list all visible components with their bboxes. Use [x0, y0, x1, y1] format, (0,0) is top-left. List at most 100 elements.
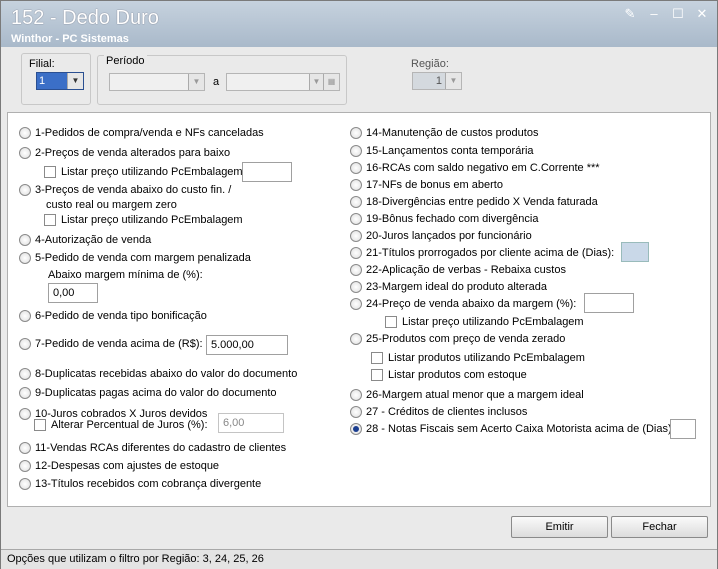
- option-11[interactable]: 11-Vendas RCAs diferentes do cadastro de…: [19, 442, 286, 454]
- option-1[interactable]: 1-Pedidos de compra/venda e NFs cancelad…: [19, 127, 264, 139]
- periodo-start-select[interactable]: ▼: [109, 73, 205, 91]
- option-6[interactable]: 6-Pedido de venda tipo bonificação: [19, 310, 207, 322]
- option-10-rate-field[interactable]: 6,00: [218, 413, 284, 433]
- window-title: 152 - Dedo Duro: [11, 7, 159, 29]
- chevron-down-icon: ▼: [67, 73, 83, 89]
- option-28[interactable]: 28 - Notas Fiscais sem Acerto Caixa Moto…: [350, 423, 675, 435]
- option-28-days-field[interactable]: [670, 419, 696, 439]
- title-bar: 152 - Dedo Duro Winthor - PC Sistemas ✎ …: [1, 1, 717, 47]
- checkbox[interactable]: [371, 369, 383, 381]
- periodo-separator: a: [213, 76, 220, 88]
- radio-button[interactable]: [350, 264, 362, 276]
- radio-button[interactable]: [19, 252, 31, 264]
- radio-button[interactable]: [19, 310, 31, 322]
- option-3-line2: custo real ou margem zero: [46, 199, 177, 211]
- radio-button[interactable]: [19, 234, 31, 246]
- maximize-icon[interactable]: ☐: [671, 7, 685, 21]
- radio-button[interactable]: [19, 442, 31, 454]
- calendar-icon[interactable]: ▦: [323, 74, 339, 90]
- radio-button[interactable]: [350, 406, 362, 418]
- radio-button[interactable]: [350, 162, 362, 174]
- chevron-down-icon: ▼: [309, 74, 323, 90]
- radio-button[interactable]: [350, 145, 362, 157]
- option-24-margin-field[interactable]: [584, 293, 634, 313]
- option-25-checkbox-2[interactable]: Listar produtos com estoque: [371, 369, 527, 381]
- option-24[interactable]: 24-Preço de venda abaixo da margem (%):: [350, 298, 576, 310]
- radio-button[interactable]: [350, 196, 362, 208]
- option-23[interactable]: 23-Margem ideal do produto alterada: [350, 281, 547, 293]
- filial-label: Filial:: [29, 58, 55, 70]
- app-window: 152 - Dedo Duro Winthor - PC Sistemas ✎ …: [0, 0, 718, 569]
- option-7-value-field[interactable]: 5.000,00: [206, 335, 288, 355]
- option-7[interactable]: 7-Pedido de venda acima de (R$):: [19, 338, 203, 350]
- radio-button[interactable]: [350, 230, 362, 242]
- option-26[interactable]: 26-Margem atual menor que a margem ideal: [350, 389, 584, 401]
- option-13[interactable]: 13-Títulos recebidos com cobrança diverg…: [19, 478, 261, 490]
- radio-button[interactable]: [350, 179, 362, 191]
- chevron-down-icon: ▼: [445, 73, 461, 89]
- radio-button[interactable]: [19, 478, 31, 490]
- option-18[interactable]: 18-Divergências entre pedido X Venda fat…: [350, 196, 598, 208]
- option-15[interactable]: 15-Lançamentos conta temporária: [350, 145, 534, 157]
- radio-button[interactable]: [19, 368, 31, 380]
- checkbox[interactable]: [371, 352, 383, 364]
- option-9[interactable]: 9-Duplicatas pagas acima do valor do doc…: [19, 387, 277, 399]
- close-icon[interactable]: ✕: [695, 7, 709, 21]
- option-21-days-field[interactable]: [621, 242, 649, 262]
- regiao-select[interactable]: 1 ▼: [412, 72, 462, 90]
- window-subtitle: Winthor - PC Sistemas: [11, 33, 129, 45]
- emitir-button[interactable]: Emitir: [511, 516, 608, 538]
- radio-button[interactable]: [350, 247, 362, 259]
- checkbox[interactable]: [385, 316, 397, 328]
- option-10-checkbox[interactable]: Alterar Percentual de Juros (%):: [34, 419, 208, 431]
- option-2-checkbox[interactable]: Listar preço utilizando PcEmbalagem: [44, 166, 243, 178]
- periodo-end-select[interactable]: ▼ ▦: [226, 73, 340, 91]
- radio-button[interactable]: [19, 184, 31, 196]
- option-25[interactable]: 25-Produtos com preço de venda zerado: [350, 333, 565, 345]
- option-2-field[interactable]: [242, 162, 292, 182]
- radio-button[interactable]: [19, 460, 31, 472]
- radio-button[interactable]: [19, 408, 31, 420]
- checkbox[interactable]: [34, 419, 46, 431]
- option-14[interactable]: 14-Manutenção de custos produtos: [350, 127, 538, 139]
- radio-button[interactable]: [350, 213, 362, 225]
- option-5-margin-field[interactable]: 0,00: [48, 283, 98, 303]
- option-21[interactable]: 21-Títulos prorrogados por cliente acima…: [350, 247, 614, 259]
- regiao-label: Região:: [411, 58, 449, 70]
- checkbox[interactable]: [44, 214, 56, 226]
- radio-button[interactable]: [350, 333, 362, 345]
- option-3-checkbox[interactable]: Listar preço utilizando PcEmbalagem: [44, 214, 243, 226]
- radio-button[interactable]: [350, 298, 362, 310]
- filial-select[interactable]: 1 ▼: [36, 72, 84, 90]
- option-2[interactable]: 2-Preços de venda alterados para baixo: [19, 147, 230, 159]
- options-panel: 1-Pedidos de compra/venda e NFs cancelad…: [7, 112, 711, 507]
- radio-button[interactable]: [19, 127, 31, 139]
- radio-button[interactable]: [19, 147, 31, 159]
- option-19[interactable]: 19-Bônus fechado com divergência: [350, 213, 538, 225]
- option-4[interactable]: 4-Autorização de venda: [19, 234, 151, 246]
- option-25-checkbox-1[interactable]: Listar produtos utilizando PcEmbalagem: [371, 352, 585, 364]
- option-3[interactable]: 3-Preços de venda abaixo do custo fin. /: [19, 184, 231, 196]
- radio-button[interactable]: [350, 281, 362, 293]
- option-24-checkbox[interactable]: Listar preço utilizando PcEmbalagem: [385, 316, 584, 328]
- minimize-icon[interactable]: –: [647, 7, 661, 21]
- option-16[interactable]: 16-RCAs com saldo negativo em C.Corrente…: [350, 162, 600, 174]
- fechar-button[interactable]: Fechar: [611, 516, 708, 538]
- radio-button[interactable]: [350, 389, 362, 401]
- radio-button[interactable]: [350, 423, 362, 435]
- radio-button[interactable]: [19, 338, 31, 350]
- radio-button[interactable]: [19, 387, 31, 399]
- option-5[interactable]: 5-Pedido de venda com margem penalizada: [19, 252, 251, 264]
- radio-button[interactable]: [350, 127, 362, 139]
- periodo-label: Período: [104, 55, 147, 67]
- option-17[interactable]: 17-NFs de bonus em aberto: [350, 179, 503, 191]
- edit-icon[interactable]: ✎: [623, 7, 637, 21]
- option-22[interactable]: 22-Aplicação de verbas - Rebaixa custos: [350, 264, 566, 276]
- checkbox[interactable]: [44, 166, 56, 178]
- option-12[interactable]: 12-Despesas com ajustes de estoque: [19, 460, 219, 472]
- option-8[interactable]: 8-Duplicatas recebidas abaixo do valor d…: [19, 368, 297, 380]
- chevron-down-icon: ▼: [188, 74, 204, 90]
- status-bar: Opções que utilizam o filtro por Região:…: [1, 549, 717, 569]
- option-27[interactable]: 27 - Créditos de clientes inclusos: [350, 406, 527, 418]
- option-20[interactable]: 20-Juros lançados por funcionário: [350, 230, 532, 242]
